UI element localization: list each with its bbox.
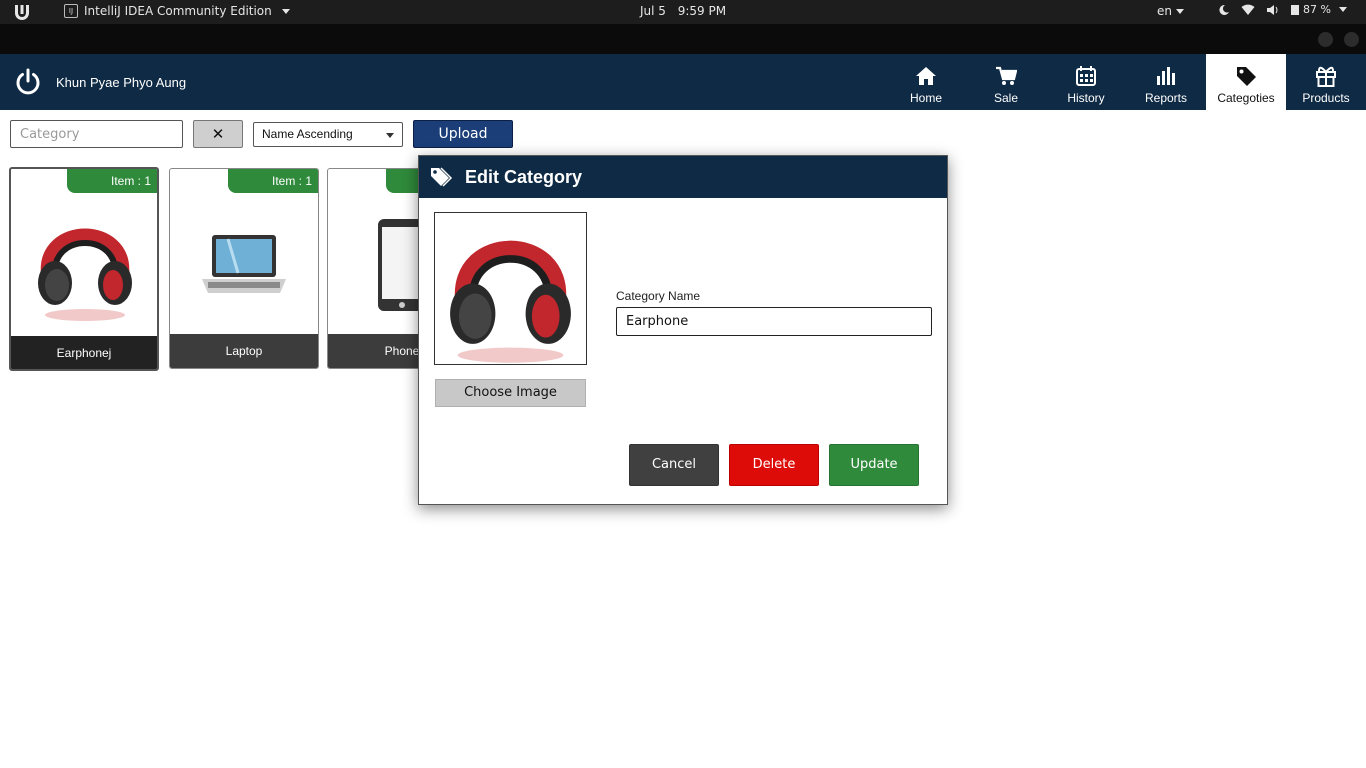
category-image-preview [434, 212, 587, 365]
category-card[interactable]: Item : 1 Earphonej [9, 167, 159, 371]
nav-label: Reports [1144, 91, 1188, 105]
cancel-button[interactable]: Cancel [629, 444, 719, 486]
tag-icon [1237, 67, 1256, 86]
nav-label: Sale [993, 91, 1019, 105]
clock-time: 9:59 PM [677, 4, 727, 18]
cart-icon [996, 66, 1017, 85]
sort-select[interactable]: Name Ascending [253, 122, 403, 147]
nav-label: Products [1302, 91, 1350, 105]
headphones-image [450, 240, 571, 363]
wifi-icon [1241, 4, 1255, 15]
minimize-button[interactable] [1318, 32, 1333, 47]
choose-image-button[interactable]: Choose Image [435, 379, 586, 407]
dialog-header: Edit Category [419, 156, 947, 198]
nav-reports[interactable]: Reports [1126, 54, 1206, 110]
delete-button[interactable]: Delete [729, 444, 819, 486]
category-name-input[interactable] [616, 307, 932, 336]
language-indicator[interactable]: en [1157, 4, 1184, 18]
sort-select-value: Name Ascending [262, 127, 353, 141]
close-window-button[interactable] [1344, 32, 1359, 47]
category-name: Earphonej [11, 336, 157, 369]
system-tray[interactable]: 87 % [1218, 3, 1347, 16]
dropdown-arrow-icon [386, 133, 394, 138]
night-light-icon [1219, 4, 1229, 15]
category-search-input[interactable] [10, 120, 183, 148]
tags-icon [431, 167, 453, 187]
nav-products[interactable]: Products [1286, 54, 1366, 110]
clock-date: Jul 5 [639, 4, 666, 18]
battery-level: 87 % [1303, 3, 1331, 16]
nav-home[interactable]: Home [886, 54, 966, 110]
home-icon [916, 67, 936, 85]
volume-icon [1267, 4, 1278, 15]
nav-label: Categoties [1217, 91, 1275, 105]
bar-chart-icon [1157, 67, 1175, 85]
category-name-label: Category Name [616, 289, 701, 303]
nav-label: History [1067, 91, 1105, 105]
main-nav: Home Sale History Reports Categoties Pro… [886, 54, 1366, 110]
user-name: Khun Pyae Phyo Aung [56, 75, 187, 90]
update-button[interactable]: Update [829, 444, 919, 486]
chevron-down-icon [1176, 9, 1184, 14]
dialog-title: Edit Category [465, 166, 583, 187]
gift-icon [1316, 66, 1336, 87]
item-count-badge: Item : 1 [67, 169, 157, 193]
nav-label: Home [909, 91, 942, 105]
edit-category-dialog: Edit Category Choose Image Category Name… [418, 155, 948, 505]
calendar-icon [1076, 66, 1096, 86]
power-icon[interactable] [14, 68, 42, 96]
system-top-bar: IJ IntelliJ IDEA Community Edition Jul 5… [0, 0, 1366, 24]
nav-sale[interactable]: Sale [966, 54, 1046, 110]
laptop-image [202, 235, 286, 293]
battery-icon [1291, 5, 1299, 15]
item-count-badge: Item : 1 [228, 169, 318, 193]
nav-categories[interactable]: Categoties [1206, 54, 1286, 110]
window-title-bar [0, 24, 1366, 54]
nav-history[interactable]: History [1046, 54, 1126, 110]
headphones-image [38, 228, 132, 321]
clear-search-button[interactable]: ✕ [193, 120, 243, 148]
category-card[interactable]: Item : 1 Laptop [169, 168, 319, 369]
category-name: Laptop [170, 334, 318, 368]
language-label: en [1157, 4, 1172, 18]
app-header: Khun Pyae Phyo Aung Home Sale History Re… [0, 54, 1366, 110]
upload-button[interactable]: Upload [413, 120, 513, 148]
chevron-down-icon [1338, 7, 1347, 12]
